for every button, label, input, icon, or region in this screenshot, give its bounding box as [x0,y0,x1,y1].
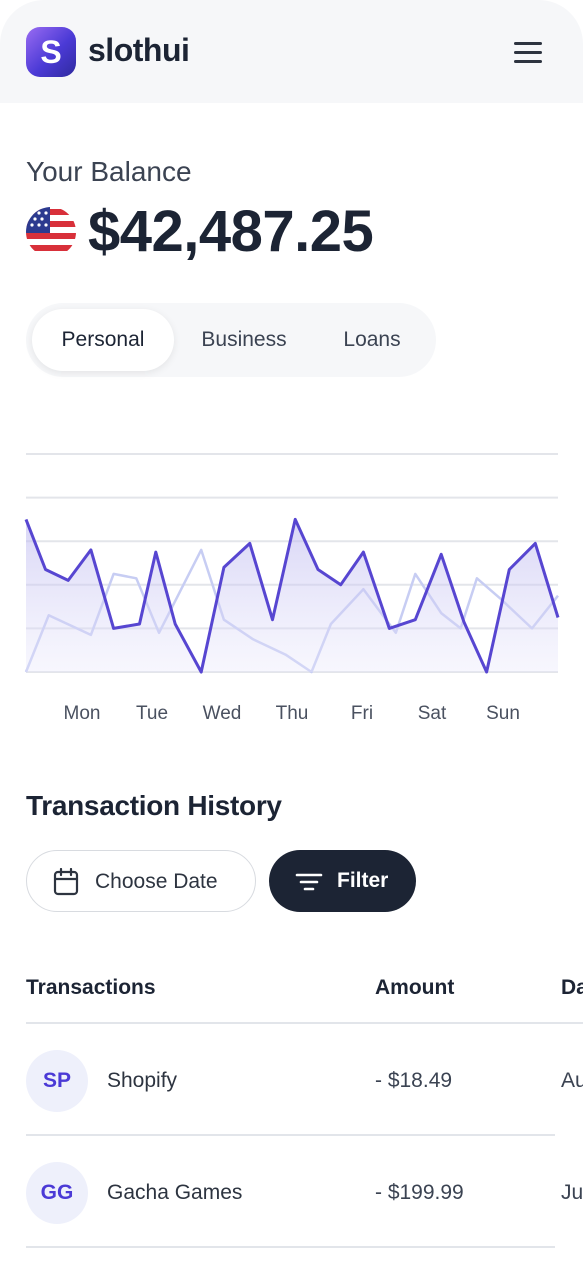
transaction-date: Ju [561,1181,583,1204]
balance-amount: $42,487.25 [88,199,374,264]
transaction-amount: - $18.49 [375,1069,453,1092]
x-tick-label: Thu [275,703,309,724]
column-header-transactions[interactable]: Transactions [26,976,156,1000]
transaction-name: Shopify [107,1069,178,1092]
row-divider [26,1246,555,1248]
x-tick-label: Tue [135,703,169,724]
transaction-history-title: Transaction History [26,790,282,821]
column-header-date[interactable]: Da [561,976,583,1000]
tab-loans[interactable]: Loans [316,309,428,371]
x-tick-label: Fri [350,703,374,724]
filter-button[interactable]: Filter [269,850,416,912]
avatar: GG [26,1162,88,1224]
choose-date-label: Choose Date [95,870,218,893]
tab-personal[interactable]: Personal [32,309,174,371]
top-header: S slothui [0,0,583,103]
transaction-name: Gacha Games [107,1181,243,1204]
avatar: SP [26,1050,88,1112]
tab-business[interactable]: Business [178,309,310,371]
transaction-date: Au [561,1069,583,1092]
row-divider [26,1134,555,1136]
calendar-icon [53,868,79,896]
choose-date-button[interactable]: Choose Date [26,850,256,912]
column-header-amount[interactable]: Amount [375,976,454,1000]
table-header-divider [26,1022,583,1024]
balance-line-chart [24,453,560,674]
filter-label: Filter [337,869,389,892]
app-name: slothui [88,32,190,68]
x-tick-label: Sat [417,703,447,724]
x-tick-label: Sun [486,703,520,724]
transaction-amount: - $199.99 [375,1181,464,1204]
logo-mark: S [26,27,76,77]
hamburger-menu-icon[interactable] [508,36,548,70]
x-tick-label: Wed [202,703,242,724]
balance-label: Your Balance [26,156,192,187]
us-flag-icon [26,207,76,257]
x-tick-label: Mon [63,703,101,724]
filter-icon [295,873,323,891]
account-tabs: Personal Business Loans [26,303,436,377]
